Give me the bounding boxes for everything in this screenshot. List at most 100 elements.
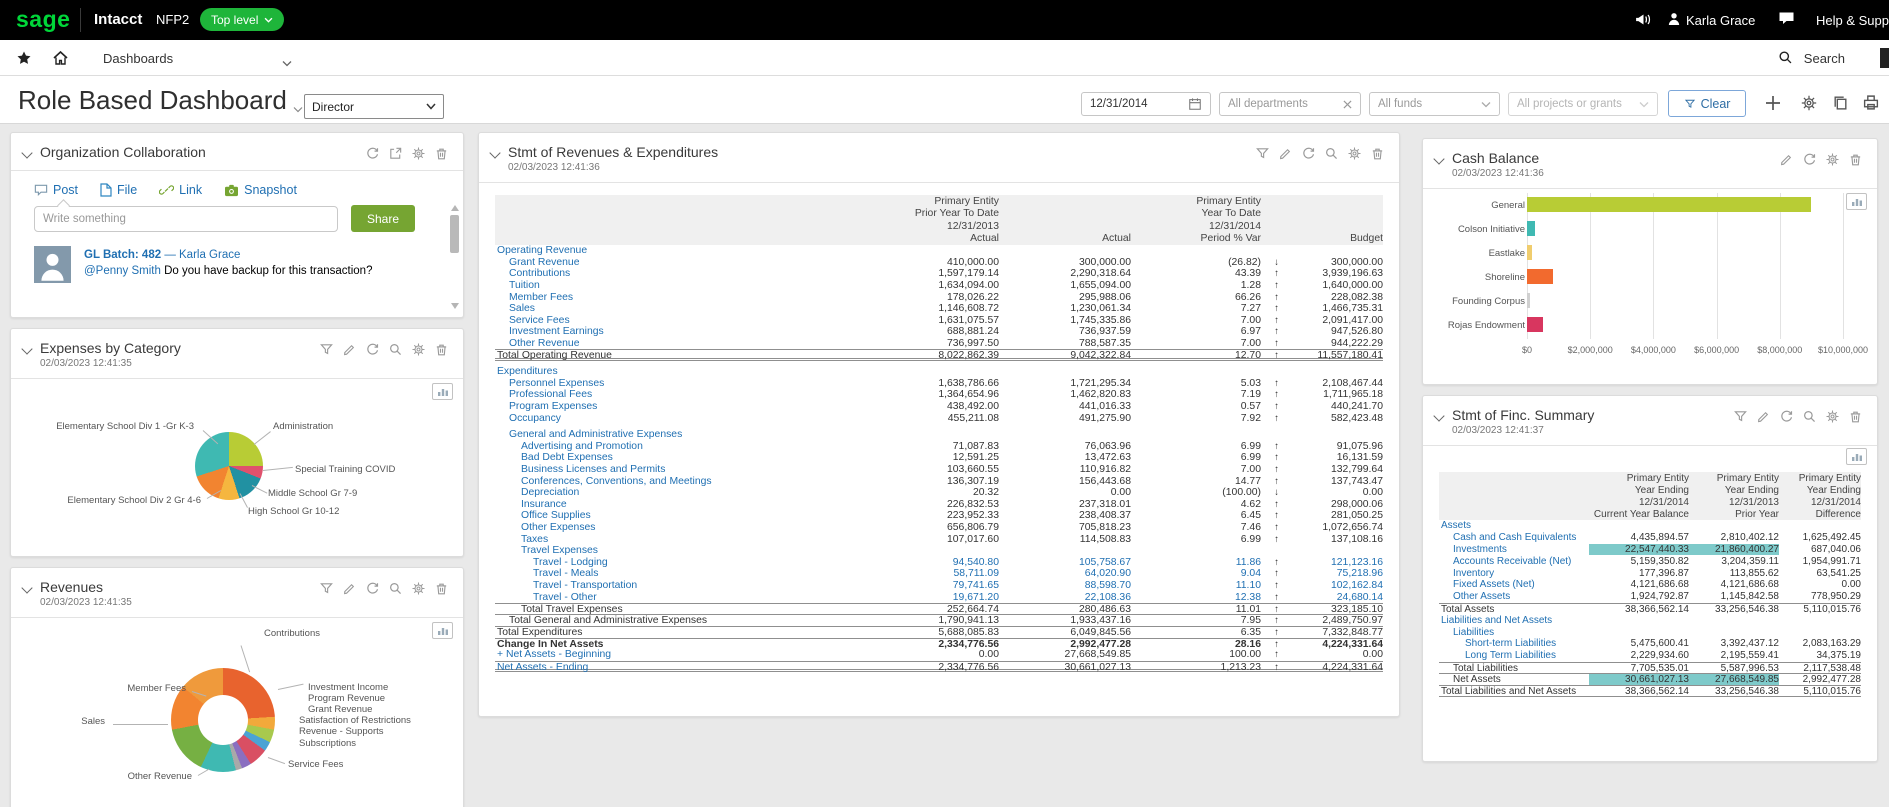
row-label[interactable]: Other Revenue xyxy=(495,338,849,349)
delete-icon[interactable] xyxy=(1848,152,1863,167)
projects-filter[interactable]: All projects or grants xyxy=(1508,92,1658,116)
zoom-icon[interactable] xyxy=(1802,409,1817,424)
edge-menu-icon[interactable] xyxy=(1880,48,1889,68)
collapse-chevron-icon[interactable] xyxy=(21,582,33,594)
entity-selector[interactable]: Top level xyxy=(200,8,285,31)
row-label[interactable]: Service Fees xyxy=(495,315,849,326)
gear-icon[interactable] xyxy=(1800,94,1818,117)
help-support-link[interactable]: Help & Support xyxy=(1816,13,1889,28)
row-label[interactable]: Investment Earnings xyxy=(495,326,849,337)
row-label[interactable]: Insurance xyxy=(495,499,849,510)
row-label[interactable]: Inventory xyxy=(1439,568,1589,579)
calendar-icon[interactable] xyxy=(1188,97,1202,111)
delete-icon[interactable] xyxy=(434,146,449,161)
row-label[interactable]: Contributions xyxy=(495,268,849,279)
row-label[interactable]: Short-term Liabilities xyxy=(1439,638,1589,649)
tab-file[interactable]: File xyxy=(100,183,137,197)
filter-icon[interactable] xyxy=(319,342,334,357)
row-label[interactable]: Travel Expenses xyxy=(495,545,849,556)
edit-icon[interactable] xyxy=(1278,146,1293,161)
edit-icon[interactable] xyxy=(1756,409,1771,424)
collapse-chevron-icon[interactable] xyxy=(21,343,33,355)
collapse-chevron-icon[interactable] xyxy=(1433,153,1445,165)
settings-icon[interactable] xyxy=(411,146,426,161)
row-label[interactable]: Liabilities and Net Assets xyxy=(1439,615,1589,626)
home-icon[interactable] xyxy=(52,50,69,71)
row-label[interactable]: Sales xyxy=(495,303,849,314)
chart-export-icon[interactable] xyxy=(1846,193,1867,210)
collapse-chevron-icon[interactable] xyxy=(21,147,33,159)
post-link[interactable]: GL Batch: 482 xyxy=(84,249,161,261)
collapse-chevron-icon[interactable] xyxy=(1433,410,1445,422)
bar[interactable] xyxy=(1527,221,1535,236)
row-label[interactable]: Office Supplies xyxy=(495,510,849,521)
row-label[interactable]: Investments xyxy=(1439,544,1589,555)
edit-icon[interactable] xyxy=(342,581,357,596)
bar[interactable] xyxy=(1527,317,1543,332)
chart-export-icon[interactable] xyxy=(432,383,453,400)
row-label[interactable]: + Net Assets - Beginning xyxy=(495,649,849,660)
user-name[interactable]: Karla Grace xyxy=(1686,13,1755,28)
zoom-icon[interactable] xyxy=(388,342,403,357)
row-label[interactable]: Grant Revenue xyxy=(495,257,849,268)
row-label[interactable]: Business Licenses and Permits xyxy=(495,464,849,475)
scrollbar[interactable] xyxy=(450,205,460,309)
role-select[interactable]: Director xyxy=(304,94,444,119)
row-label[interactable]: Program Expenses xyxy=(495,401,849,412)
edit-icon[interactable] xyxy=(1779,152,1794,167)
row-label[interactable]: Other Assets xyxy=(1439,591,1589,602)
settings-icon[interactable] xyxy=(1825,409,1840,424)
user-icon[interactable] xyxy=(1666,11,1682,32)
row-label[interactable]: Taxes xyxy=(495,534,849,545)
search-icon[interactable] xyxy=(1778,50,1793,70)
row-label[interactable]: Travel - Lodging xyxy=(495,557,849,568)
tab-link[interactable]: Link xyxy=(159,183,202,197)
settings-icon[interactable] xyxy=(411,342,426,357)
export-icon[interactable] xyxy=(388,146,403,161)
filter-icon[interactable] xyxy=(1733,409,1748,424)
row-label[interactable]: Advertising and Promotion xyxy=(495,441,849,452)
row-label[interactable]: Occupancy xyxy=(495,413,849,424)
bar[interactable] xyxy=(1527,245,1532,260)
row-label[interactable]: Cash and Cash Equivalents xyxy=(1439,532,1589,543)
settings-icon[interactable] xyxy=(411,581,426,596)
row-label[interactable]: Bad Debt Expenses xyxy=(495,452,849,463)
clear-filters-button[interactable]: Clear xyxy=(1668,90,1746,117)
row-label[interactable]: Liabilities xyxy=(1439,627,1589,638)
delete-icon[interactable] xyxy=(434,581,449,596)
refresh-icon[interactable] xyxy=(365,146,380,161)
delete-icon[interactable] xyxy=(1848,409,1863,424)
copy-icon[interactable] xyxy=(1832,94,1849,116)
edit-icon[interactable] xyxy=(342,342,357,357)
filter-icon[interactable] xyxy=(319,581,334,596)
chart-export-icon[interactable] xyxy=(432,622,453,639)
refresh-icon[interactable] xyxy=(1301,146,1316,161)
row-label[interactable]: Travel - Meals xyxy=(495,568,849,579)
close-icon[interactable] xyxy=(1343,99,1352,109)
bar[interactable] xyxy=(1527,269,1553,284)
post-input[interactable]: Write something xyxy=(34,198,338,232)
row-label[interactable]: Accounts Receivable (Net) xyxy=(1439,556,1589,567)
row-label[interactable]: Tuition xyxy=(495,280,849,291)
settings-icon[interactable] xyxy=(1347,146,1362,161)
filter-icon[interactable] xyxy=(1255,146,1270,161)
zoom-icon[interactable] xyxy=(388,581,403,596)
expenses-pie-chart[interactable] xyxy=(195,432,263,500)
revenues-donut-chart[interactable] xyxy=(171,668,275,772)
settings-icon[interactable] xyxy=(1825,152,1840,167)
row-label[interactable]: Expenditures xyxy=(495,366,849,377)
funds-filter[interactable]: All funds xyxy=(1369,92,1500,116)
sage-logo[interactable]: sage xyxy=(16,6,70,33)
row-label[interactable]: Fixed Assets (Net) xyxy=(1439,579,1589,590)
collapse-chevron-icon[interactable] xyxy=(489,147,501,159)
chart-export-icon[interactable] xyxy=(1846,448,1867,465)
date-field[interactable]: 12/31/2014 xyxy=(1081,92,1211,116)
row-label[interactable]: Travel - Other xyxy=(495,592,849,603)
share-button[interactable]: Share xyxy=(351,205,415,232)
tab-snapshot[interactable]: Snapshot xyxy=(224,183,297,197)
print-icon[interactable] xyxy=(1862,94,1880,116)
row-label[interactable]: Travel - Transportation xyxy=(495,580,849,591)
chevron-down-icon[interactable] xyxy=(282,54,292,72)
bar[interactable] xyxy=(1527,197,1812,212)
delete-icon[interactable] xyxy=(1370,146,1385,161)
